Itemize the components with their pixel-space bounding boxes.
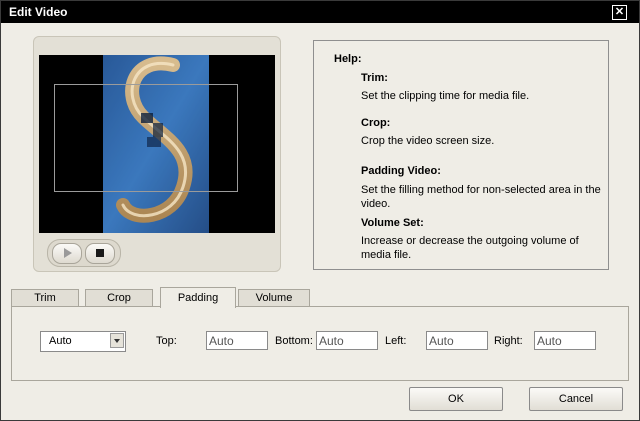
tab-padding[interactable]: Padding	[160, 287, 236, 308]
top-padding-input[interactable]: Auto	[206, 331, 268, 350]
dropdown-arrow-button[interactable]	[110, 333, 124, 348]
crop-frame[interactable]	[54, 84, 238, 192]
help-title-volume: Volume Set:	[361, 217, 424, 229]
left-padding-input[interactable]: Auto	[426, 331, 488, 350]
help-text-crop: Crop the video screen size.	[361, 135, 495, 147]
bottom-padding-input[interactable]: Auto	[316, 331, 378, 350]
tab-volume[interactable]: Volume	[238, 289, 310, 307]
help-title-trim: Trim:	[361, 72, 388, 84]
ok-button[interactable]: OK	[409, 387, 503, 411]
close-icon[interactable]: ✕	[612, 5, 627, 20]
playback-controls	[47, 239, 121, 267]
window-title: Edit Video	[9, 5, 68, 19]
right-padding-input[interactable]: Auto	[534, 331, 596, 350]
stop-icon	[96, 249, 104, 257]
edit-video-dialog: Edit Video ✕ Help: Trim: Set the clippin…	[0, 0, 640, 421]
play-icon	[64, 248, 72, 258]
top-label: Top:	[156, 335, 177, 347]
title-bar: Edit Video ✕	[1, 1, 639, 23]
padding-mode-select[interactable]: Auto	[40, 331, 126, 352]
cancel-button[interactable]: Cancel	[529, 387, 623, 411]
help-text-padding: Set the filling method for non-selected …	[361, 184, 601, 210]
help-title-crop: Crop:	[361, 117, 391, 129]
padding-mode-value: Auto	[49, 335, 72, 347]
help-text-volume: Increase or decrease the outgoing volume…	[361, 235, 579, 261]
left-label: Left:	[385, 335, 407, 347]
help-title-padding: Padding Video:	[361, 165, 441, 177]
video-screen	[39, 55, 275, 233]
tab-crop[interactable]: Crop	[85, 289, 153, 307]
tab-trim[interactable]: Trim	[11, 289, 79, 307]
help-heading: Help:	[334, 53, 362, 65]
video-preview-panel	[33, 36, 281, 272]
right-label: Right:	[494, 335, 523, 347]
stop-button[interactable]	[85, 243, 115, 264]
help-panel: Help: Trim: Set the clipping time for me…	[313, 40, 609, 270]
bottom-label: Bottom:	[275, 335, 313, 347]
chevron-down-icon	[114, 339, 120, 343]
help-text-trim: Set the clipping time for media file.	[361, 90, 530, 102]
play-button[interactable]	[52, 243, 82, 264]
padding-tab-panel: Auto Top: Auto Bottom: Auto Left: Auto R…	[11, 306, 629, 381]
